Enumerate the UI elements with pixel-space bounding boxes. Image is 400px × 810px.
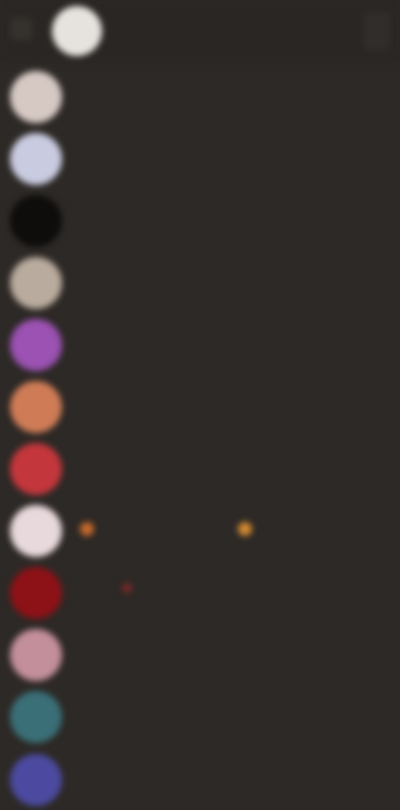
list-item[interactable] bbox=[0, 500, 400, 562]
avatar bbox=[10, 257, 62, 309]
emoji-icon bbox=[238, 522, 252, 536]
list-item[interactable] bbox=[0, 748, 400, 810]
list-item[interactable] bbox=[0, 686, 400, 748]
avatar bbox=[10, 71, 62, 123]
avatar bbox=[10, 443, 62, 495]
avatar bbox=[10, 754, 62, 806]
profile-avatar[interactable] bbox=[52, 6, 102, 56]
avatar bbox=[10, 505, 62, 557]
avatar bbox=[10, 133, 62, 185]
list-item-label bbox=[74, 396, 164, 416]
avatar bbox=[10, 319, 62, 371]
emoji-icon bbox=[80, 522, 94, 536]
avatar bbox=[10, 629, 62, 681]
more-options-icon[interactable] bbox=[364, 12, 390, 50]
list-item-label bbox=[74, 208, 166, 228]
emoji-icon bbox=[122, 583, 132, 593]
list-item[interactable] bbox=[0, 376, 400, 438]
avatar bbox=[10, 567, 62, 619]
header-bar bbox=[0, 0, 400, 62]
list-item-label bbox=[74, 88, 129, 108]
list-item-label bbox=[74, 772, 142, 792]
list-item[interactable] bbox=[0, 438, 400, 500]
list-item[interactable] bbox=[0, 66, 400, 128]
list-item[interactable] bbox=[0, 314, 400, 376]
avatar bbox=[10, 195, 62, 247]
list-item[interactable] bbox=[0, 562, 400, 624]
avatar bbox=[10, 381, 62, 433]
list-item-label bbox=[74, 332, 162, 352]
back-icon[interactable] bbox=[10, 18, 32, 40]
list-item-label bbox=[74, 646, 212, 666]
list-item[interactable] bbox=[0, 190, 400, 252]
list-item-label bbox=[74, 706, 192, 726]
list-item[interactable] bbox=[0, 128, 400, 190]
list-item-label bbox=[74, 458, 152, 478]
list-item-label bbox=[88, 518, 243, 538]
list-item[interactable] bbox=[0, 252, 400, 314]
app-root bbox=[0, 0, 400, 808]
list-item-label bbox=[74, 146, 179, 166]
list-item-label bbox=[74, 272, 186, 292]
avatar bbox=[10, 691, 62, 743]
header-title bbox=[122, 20, 262, 38]
list-item[interactable] bbox=[0, 624, 400, 686]
